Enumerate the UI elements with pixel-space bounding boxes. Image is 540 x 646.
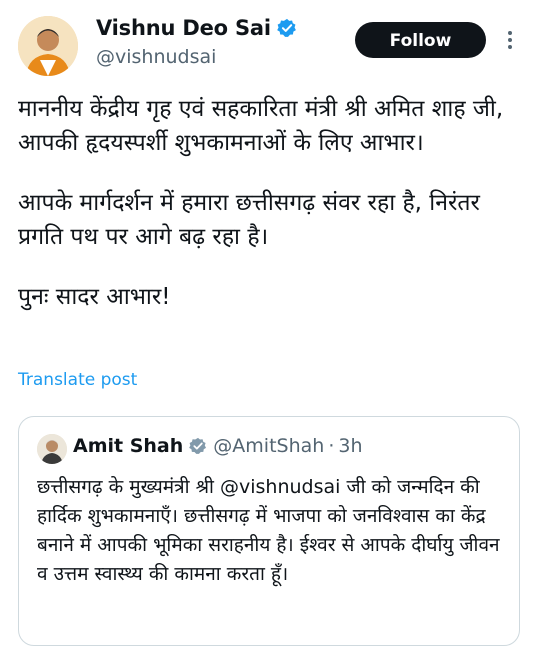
more-options-icon[interactable] — [500, 28, 520, 54]
follow-button[interactable]: Follow — [355, 22, 486, 58]
verified-badge-icon — [277, 18, 296, 37]
quote-timestamp: 3h — [338, 435, 363, 457]
translate-post-link[interactable]: Translate post — [18, 370, 137, 390]
author-avatar[interactable] — [18, 16, 78, 76]
post-paragraph: माननीय केंद्रीय गृह एवं सहकारिता मंत्री … — [18, 96, 504, 156]
quote-header: Amit Shah @AmitShah · 3h — [73, 435, 363, 457]
post-paragraph: पुनः सादर आभार! — [18, 284, 171, 310]
verified-badge-icon — [189, 437, 207, 454]
quote-author-name: Amit Shah — [73, 435, 184, 457]
post-header: Vishnu Deo Sai @vishnudsai Follow — [0, 0, 540, 90]
separator-dot: · — [328, 435, 335, 457]
author-name[interactable]: Vishnu Deo Sai — [96, 16, 271, 40]
author-name-row: Vishnu Deo Sai — [96, 16, 297, 40]
author-handle[interactable]: @vishnudsai — [96, 46, 216, 68]
post-paragraph: आपके मार्गदर्शन में हमारा छत्तीसगढ़ संवर… — [18, 190, 480, 250]
quoted-post[interactable]: Amit Shah @AmitShah · 3h छत्तीसगढ़ के मु… — [18, 416, 520, 646]
quote-author-handle: @AmitShah — [213, 435, 325, 457]
quote-avatar — [37, 434, 67, 464]
post-text: माननीय केंद्रीय गृह एवं सहकारिता मंत्री … — [18, 92, 528, 314]
quote-text: छत्तीसगढ़ के मुख्यमंत्री श्री @vishnudsa… — [37, 476, 500, 585]
